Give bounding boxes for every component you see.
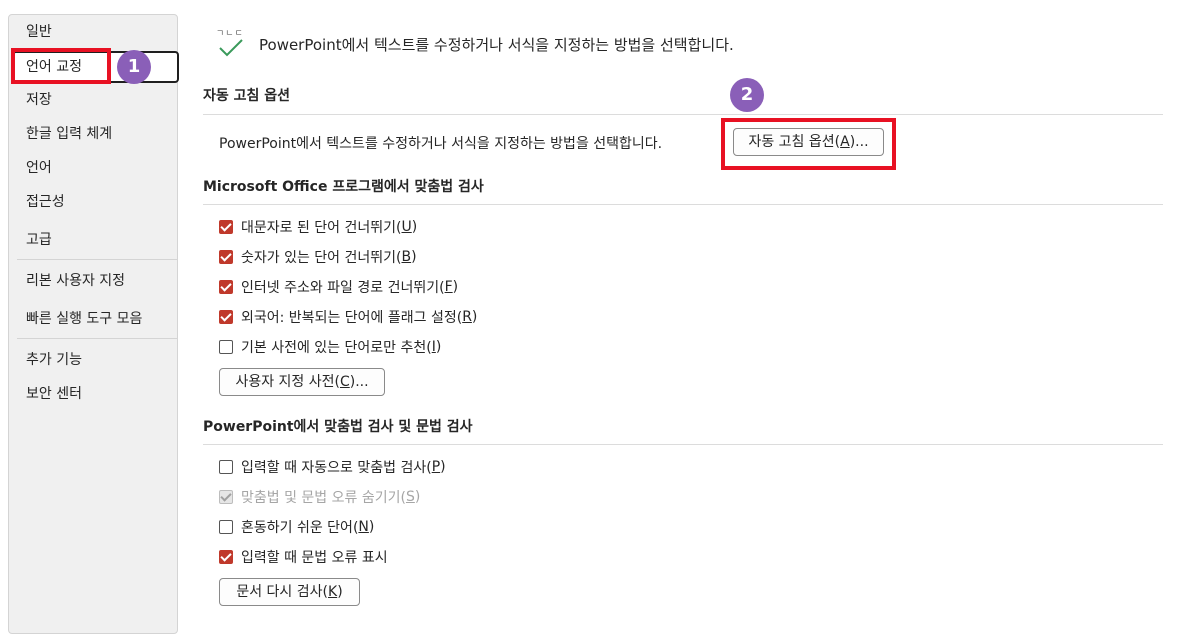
checkbox-unchecked[interactable]: [219, 520, 233, 534]
option-label-end: ): [411, 219, 418, 235]
option-label: 기본 사전에 있는 단어로만 추천(: [241, 340, 432, 356]
option-label: 외국어: 반복되는 단어에 플래그 설정(: [241, 310, 463, 326]
autocorrect-description: PowerPoint에서 텍스트를 수정하거나 서식을 지정하는 방법을 선택합…: [219, 136, 663, 152]
autocorrect-options-button[interactable]: 자동 고침 옵션(A)...: [733, 128, 884, 156]
step-badge-2: 2: [730, 78, 764, 112]
checkbox-checked[interactable]: [219, 250, 233, 264]
ppt-spelling-section-title: PowerPoint에서 맞춤법 검사 및 문법 검사: [203, 419, 473, 435]
office-spelling-section-title: Microsoft Office 프로그램에서 맞춤법 검사: [203, 179, 484, 195]
sidebar-divider: [17, 338, 177, 339]
option-ignore-numbers[interactable]: 숫자가 있는 단어 건너뛰기(B): [219, 247, 417, 267]
option-ignore-uppercase[interactable]: 대문자로 된 단어 건너뛰기(U): [219, 217, 417, 237]
section-rule: [203, 204, 1163, 205]
option-label: 혼동하기 쉬운 단어(: [241, 520, 359, 536]
checkbox-disabled-checked: [219, 490, 233, 504]
option-check-spelling-as-type[interactable]: 입력할 때 자동으로 맞춤법 검사(P): [219, 457, 446, 477]
option-label: 대문자로 된 단어 건너뛰기(: [241, 220, 402, 236]
option-label-end: ): [414, 489, 421, 505]
sidebar-item-advanced[interactable]: 고급: [26, 229, 52, 251]
option-mark-grammar-errors[interactable]: 입력할 때 문법 오류 표시: [219, 547, 388, 567]
option-accesskey: B: [401, 249, 412, 265]
page-description: PowerPoint에서 텍스트를 수정하거나 서식을 지정하는 방법을 선택합…: [259, 36, 734, 54]
option-label-end: ): [411, 249, 417, 265]
option-label: 입력할 때 문법 오류 표시: [241, 550, 388, 566]
option-label-end: ): [368, 519, 375, 535]
checkbox-checked[interactable]: [219, 280, 233, 294]
checkbox-checked[interactable]: [219, 550, 233, 564]
sidebar-item-trust-center[interactable]: 보안 센터: [26, 383, 82, 405]
option-accesskey: N: [358, 519, 369, 535]
sidebar-item-quick-access-toolbar[interactable]: 빠른 실행 도구 모음: [26, 308, 142, 330]
autocorrect-section-title: 자동 고침 옵션: [203, 88, 291, 104]
options-sidebar: 일반 언어 교정 저장 한글 입력 체계 언어 접근성 고급 리본 사용자 지정…: [8, 14, 179, 634]
sidebar-item-customize-ribbon[interactable]: 리본 사용자 지정: [26, 270, 125, 292]
section-rule: [203, 114, 1163, 115]
checkbox-checked[interactable]: [219, 220, 233, 234]
sidebar-item-language[interactable]: 언어: [26, 157, 52, 179]
step-badge-1: 1: [117, 50, 151, 84]
option-hide-errors: 맞춤법 및 문법 오류 숨기기(S): [219, 487, 420, 507]
option-label: 입력할 때 자동으로 맞춤법 검사(: [241, 460, 432, 476]
sidebar-item-accessibility[interactable]: 접근성: [26, 191, 65, 213]
option-label-end: ): [440, 459, 446, 475]
proofing-icon: ㄱㄴㄷ: [216, 28, 246, 58]
option-label: 맞춤법 및 문법 오류 숨기기(: [241, 490, 406, 506]
sidebar-item-save[interactable]: 저장: [26, 89, 52, 111]
option-frequently-confused-words[interactable]: 혼동하기 쉬운 단어(N): [219, 517, 374, 537]
section-rule: [203, 444, 1163, 445]
checkbox-unchecked[interactable]: [219, 340, 233, 354]
sidebar-divider: [17, 259, 177, 260]
option-label: 인터넷 주소와 파일 경로 건너뛰기(: [241, 280, 445, 296]
option-accesskey: P: [431, 459, 441, 475]
option-accesskey: U: [401, 219, 412, 235]
option-suggest-main-dictionary[interactable]: 기본 사전에 있는 단어로만 추천(I): [219, 337, 441, 357]
sidebar-item-general[interactable]: 일반: [26, 21, 52, 43]
option-accesskey: R: [462, 309, 472, 325]
sidebar-item-add-ins[interactable]: 추가 기능: [26, 349, 82, 371]
option-label: 숫자가 있는 단어 건너뛰기(: [241, 250, 402, 266]
custom-dictionaries-button[interactable]: 사용자 지정 사전(C)...: [219, 368, 385, 396]
option-label-end: ): [435, 339, 442, 355]
checkbox-checked[interactable]: [219, 310, 233, 324]
checkbox-unchecked[interactable]: [219, 460, 233, 474]
option-label-end: ): [471, 309, 478, 325]
sidebar-item-hangul-input[interactable]: 한글 입력 체계: [26, 123, 112, 145]
option-accesskey: F: [444, 279, 453, 295]
highlight-box-proofing: [11, 48, 111, 84]
recheck-document-button[interactable]: 문서 다시 검사(K): [219, 578, 360, 606]
option-label-end: ): [452, 279, 459, 295]
option-accesskey: S: [405, 489, 415, 505]
option-ignore-internet-paths[interactable]: 인터넷 주소와 파일 경로 건너뛰기(F): [219, 277, 458, 297]
option-flag-repeated-words[interactable]: 외국어: 반복되는 단어에 플래그 설정(R): [219, 307, 477, 327]
